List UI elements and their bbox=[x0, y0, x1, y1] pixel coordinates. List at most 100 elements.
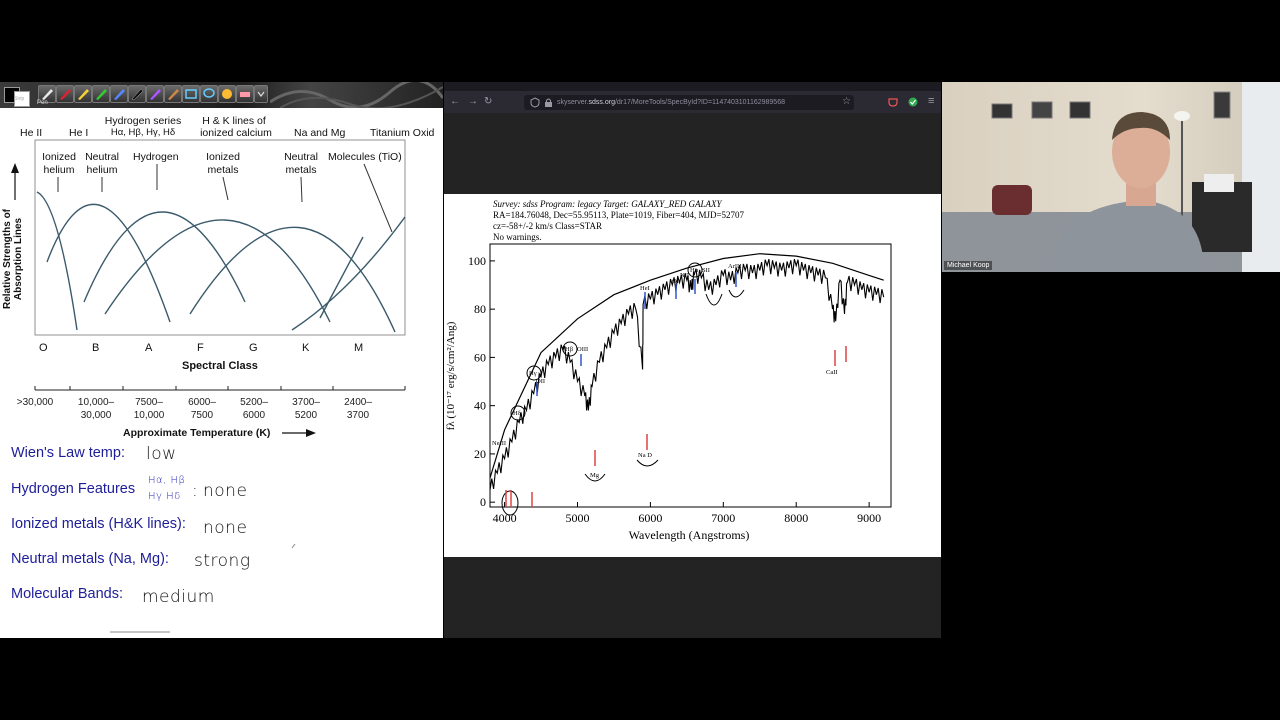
ann-caii: CaII bbox=[826, 369, 838, 376]
mark-ha-dip bbox=[705, 293, 723, 306]
ann-oi: OI bbox=[672, 278, 679, 285]
ann-ha: Hα bbox=[690, 267, 699, 274]
x-tick-label: 6000 bbox=[638, 511, 662, 525]
mark-nad bbox=[636, 459, 659, 467]
wien-value: low bbox=[146, 444, 177, 464]
page-content: Survey: sdss Program: legacy Target: GAL… bbox=[444, 113, 941, 638]
class-m: M bbox=[354, 342, 364, 354]
url-domain: sdss.org bbox=[588, 99, 615, 106]
tab-strip bbox=[444, 82, 941, 91]
y-tick-label: 20 bbox=[474, 447, 486, 461]
class-o: O bbox=[39, 342, 48, 354]
url-text[interactable]: skyserver.sdss.org/dr17/MoreTools/SpecBy… bbox=[557, 96, 785, 109]
y-tick-label: 100 bbox=[468, 254, 486, 268]
wall-picture-2 bbox=[1031, 101, 1053, 119]
bookmark-star-icon[interactable]: ☆ bbox=[842, 96, 851, 108]
temp-b: 10,000– 30,000 bbox=[77, 397, 115, 421]
ann-hei: HeI bbox=[640, 285, 650, 292]
y-tick-label: 0 bbox=[480, 495, 486, 509]
class-a: A bbox=[145, 342, 153, 354]
class-k: K bbox=[302, 342, 310, 354]
temp-m: 2400– 3700 bbox=[344, 397, 372, 421]
pen-cursor-icon bbox=[291, 543, 296, 549]
y-arrow-head bbox=[11, 163, 19, 173]
ann-neiii: NeIII bbox=[492, 440, 506, 447]
x-tick-label: 8000 bbox=[784, 511, 808, 525]
curve-neutral-metals bbox=[189, 226, 396, 333]
shield-icon[interactable] bbox=[530, 97, 540, 108]
curve-ionized-metals bbox=[104, 219, 331, 323]
y-tick-label: 40 bbox=[474, 399, 486, 413]
pocket-icon[interactable] bbox=[888, 97, 898, 107]
class-g: G bbox=[249, 342, 258, 354]
spectrum-y-label: fλ (10⁻¹⁷ erg/s/cm²/Ang) bbox=[445, 321, 457, 430]
temperature-label: Approximate Temperature (K) bbox=[123, 427, 271, 439]
browser-toolbar: ← → ↻ skyserver.sdss.org/dr17/MoreTools/… bbox=[444, 82, 941, 113]
curve-ionized-helium bbox=[36, 191, 78, 331]
wien-label: Wien's Law temp: bbox=[11, 445, 125, 461]
ann-oii: OII bbox=[536, 378, 545, 385]
wall-picture-4 bbox=[1213, 91, 1231, 119]
piano bbox=[1192, 182, 1252, 252]
class-b: B bbox=[92, 342, 100, 354]
neutral-metals-value: strong bbox=[194, 551, 251, 571]
spectral-class-label: Spectral Class bbox=[182, 360, 258, 372]
molecular-bands-label: Molecular Bands: bbox=[11, 586, 124, 602]
hydrogen-hw-line2: Hγ Hδ bbox=[148, 491, 181, 502]
ann-hg: Hγ bbox=[529, 370, 537, 377]
ionized-metals-label: Ionized metals (H&K lines): bbox=[11, 516, 186, 532]
neutral-metals-label: Neutral metals (Na, Mg): bbox=[11, 551, 169, 567]
temp-f: 6000– 7500 bbox=[188, 397, 216, 421]
ann-nad: Na D bbox=[638, 452, 652, 459]
extension-check-icon[interactable] bbox=[908, 97, 918, 107]
notes-panel: Strip Pen He II He I Hydrogen series Hα,… bbox=[0, 82, 443, 638]
url-path: /dr17/MoreTools/SpecById?ID=114740310116… bbox=[614, 99, 785, 106]
diagram-frame bbox=[34, 139, 406, 336]
forward-icon[interactable]: → bbox=[468, 96, 478, 108]
wall-picture-1 bbox=[991, 103, 1013, 119]
back-icon[interactable]: ← bbox=[450, 96, 460, 108]
lamp-shade bbox=[1174, 111, 1190, 121]
pointer-molecules bbox=[363, 163, 393, 233]
pointer-neutral-metals bbox=[300, 176, 303, 203]
x-tick-label: 4000 bbox=[493, 511, 517, 525]
ann-hb: Hβ bbox=[565, 346, 574, 353]
continuum-hand-drawn-line bbox=[489, 253, 884, 479]
lock-icon[interactable] bbox=[544, 97, 553, 108]
class-f: F bbox=[197, 342, 204, 354]
x-tick-label: 5000 bbox=[565, 511, 589, 525]
spectrum-x-label: Wavelength (Angstroms) bbox=[629, 528, 750, 542]
url-prefix: skyserver. bbox=[557, 99, 589, 106]
ann-nii: NII bbox=[680, 272, 689, 279]
hydrogen-colon: : bbox=[192, 481, 199, 501]
hydrogen-features-label: Hydrogen Features bbox=[11, 481, 136, 497]
menu-icon[interactable]: ≡ bbox=[928, 95, 934, 107]
ann-sii: SII bbox=[702, 267, 710, 274]
wall-picture-3 bbox=[1069, 101, 1091, 119]
hydrogen-hw-line1: Hα, Hβ bbox=[148, 475, 186, 486]
webcam-feed: Michael Koop bbox=[942, 82, 1280, 272]
pointer-ionized-metals bbox=[222, 176, 229, 201]
pillow bbox=[992, 185, 1032, 215]
temp-o: >30,000 bbox=[16, 397, 54, 408]
temp-a: 7500– 10,000 bbox=[133, 397, 165, 421]
spectrum-chart: 0 20 40 60 80 100 4000 5000 6000 7000 8000 9000 bbox=[445, 243, 892, 542]
ann-hd: Hδ bbox=[513, 410, 521, 417]
y-tick-label: 80 bbox=[474, 302, 486, 316]
x-tick-label: 9000 bbox=[857, 511, 881, 525]
temp-k: 3700– 5200 bbox=[292, 397, 320, 421]
x-tick-label: 7000 bbox=[711, 511, 735, 525]
mark-sii-dip bbox=[728, 289, 745, 298]
molecular-bands-value: medium bbox=[142, 587, 215, 607]
browser-window: ← → ↻ skyserver.sdss.org/dr17/MoreTools/… bbox=[444, 82, 941, 638]
ionized-metals-value: none bbox=[203, 518, 248, 538]
ann-oiii: OIII bbox=[577, 346, 588, 353]
y-tick-label: 60 bbox=[474, 350, 486, 364]
reload-icon[interactable]: ↻ bbox=[484, 96, 492, 108]
hydrogen-value: none bbox=[203, 481, 248, 501]
webcam-scene bbox=[942, 82, 1280, 272]
temperature-arrow-head bbox=[306, 429, 316, 437]
curve-molecules bbox=[291, 216, 406, 331]
ann-ariii: ArIII bbox=[728, 263, 741, 270]
curve-hydrogen bbox=[83, 211, 246, 303]
